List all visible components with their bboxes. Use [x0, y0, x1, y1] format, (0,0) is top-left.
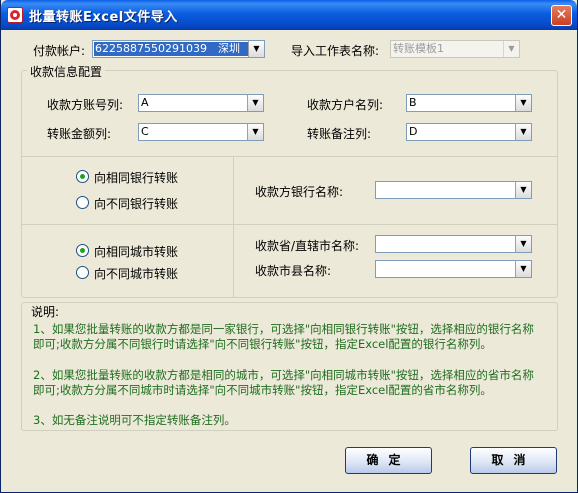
payee-account-value: A: [141, 96, 149, 109]
payee-name-label: 收款方户名列:: [307, 98, 384, 112]
chevron-down-icon[interactable]: ▼: [515, 182, 531, 198]
remark-select[interactable]: D ▼: [406, 123, 532, 141]
chevron-down-icon[interactable]: ▼: [247, 95, 263, 111]
cancel-button[interactable]: 取消: [470, 447, 557, 474]
divider: [233, 157, 234, 297]
bank-name-select[interactable]: ▼: [375, 181, 532, 199]
app-icon: [7, 7, 23, 23]
note-item: 3、如无备注说明可不指定转账备注列。: [33, 413, 236, 427]
chevron-down-icon[interactable]: ▼: [248, 41, 264, 57]
province-select[interactable]: ▼: [375, 235, 532, 253]
account-number: 6225887550291039: [95, 42, 207, 55]
bank-name-label: 收款方银行名称:: [255, 185, 344, 199]
amount-label: 转账金额列:: [47, 127, 112, 141]
ok-button[interactable]: 确定: [345, 447, 432, 474]
window-title: 批量转账Excel文件导入: [29, 10, 178, 25]
payee-account-label: 收款方账号列:: [47, 98, 124, 112]
payee-name-value: B: [409, 96, 417, 109]
worksheet-value: 转账模板1: [393, 42, 444, 55]
province-label: 收款省/直辖市名称:: [255, 239, 360, 253]
payee-account-select[interactable]: A ▼: [138, 94, 264, 112]
payee-config-title: 收款信息配置: [27, 63, 106, 80]
same-bank-label[interactable]: 向相同银行转账: [94, 169, 178, 186]
payee-name-select[interactable]: B ▼: [406, 94, 532, 112]
worksheet-label: 导入工作表名称:: [291, 44, 380, 58]
chevron-down-icon[interactable]: ▼: [515, 95, 531, 111]
title-bar[interactable]: 批量转账Excel文件导入 ✕: [1, 0, 577, 30]
chevron-down-icon[interactable]: ▼: [247, 124, 263, 140]
same-city-label[interactable]: 向相同城市转账: [94, 243, 178, 260]
account-city: 深圳: [218, 42, 240, 55]
amount-value: C: [141, 125, 149, 138]
note-item: 1、如果您批量转账的收款方都是同一家银行，可选择"向相同银行转账"按钮，选择相应…: [33, 322, 534, 351]
import-dialog: 批量转账Excel文件导入 ✕ 付款帐户: 6225887550291039 深…: [0, 0, 578, 493]
close-button[interactable]: ✕: [551, 5, 572, 26]
same-bank-radio[interactable]: [76, 170, 89, 183]
divider: [22, 156, 557, 157]
diff-city-radio[interactable]: [76, 266, 89, 279]
account-label: 付款帐户:: [33, 44, 86, 58]
account-select[interactable]: 6225887550291039 深圳 ▼: [92, 40, 265, 58]
chevron-down-icon[interactable]: ▼: [503, 41, 519, 57]
city-select[interactable]: ▼: [375, 260, 532, 278]
diff-bank-radio[interactable]: [76, 196, 89, 209]
diff-city-label[interactable]: 向不同城市转账: [94, 265, 178, 282]
chevron-down-icon[interactable]: ▼: [515, 236, 531, 252]
note-item: 2、如果您批量转账的收款方都是相同的城市，可选择"向相同城市转账"按钮，选择相应…: [33, 368, 534, 397]
chevron-down-icon[interactable]: ▼: [515, 261, 531, 277]
worksheet-select[interactable]: 转账模板1 ▼: [390, 40, 520, 58]
same-city-radio[interactable]: [76, 244, 89, 257]
city-label: 收款市县名称:: [255, 264, 332, 278]
diff-bank-label[interactable]: 向不同银行转账: [94, 195, 178, 212]
chevron-down-icon[interactable]: ▼: [515, 124, 531, 140]
divider: [22, 224, 557, 225]
remark-label: 转账备注列:: [307, 127, 372, 141]
remark-value: D: [409, 125, 418, 138]
notes-title: 说明:: [31, 305, 60, 319]
amount-select[interactable]: C ▼: [138, 123, 264, 141]
